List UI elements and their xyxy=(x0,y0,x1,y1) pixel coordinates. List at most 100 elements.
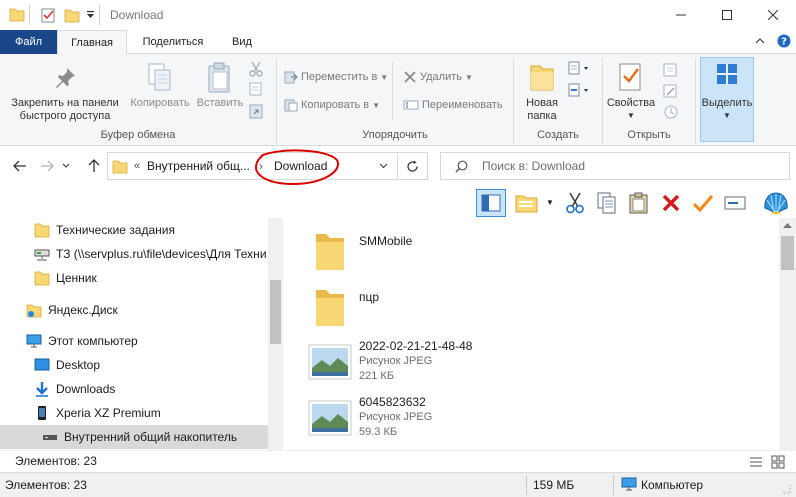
tree-item[interactable]: ТЗ (\\servplus.ru\file\devices\Для Техни xyxy=(34,242,267,266)
pin-quick-access-button[interactable]: Закрепить на панели быстрого доступа xyxy=(4,97,126,123)
view-options-button[interactable] xyxy=(514,190,540,216)
help-icon[interactable]: ? xyxy=(777,34,791,48)
delete-toolbar-button[interactable] xyxy=(658,190,684,216)
resize-grip-icon[interactable] xyxy=(779,482,791,494)
file-name: пцр xyxy=(359,290,380,304)
image-thumbnail-icon xyxy=(308,344,352,380)
list-item[interactable]: пцр xyxy=(308,282,768,332)
create-group-label: Создать xyxy=(537,129,579,141)
address-dropdown-button[interactable] xyxy=(379,163,388,169)
file-name: SMMobile xyxy=(359,234,413,248)
folder-icon xyxy=(112,158,128,174)
rename-icon xyxy=(403,100,419,110)
recent-locations-button[interactable] xyxy=(59,155,73,177)
properties-button[interactable]: Свойства xyxy=(603,97,659,110)
new-item-icon[interactable] xyxy=(568,61,590,75)
nav-scrollbar-thumb[interactable] xyxy=(270,280,281,344)
phone-icon xyxy=(38,406,46,420)
list-item[interactable]: 6045823632 Рисунок JPEG 59.3 КБ xyxy=(308,394,768,444)
folder-icon xyxy=(316,234,344,270)
new-folder-button[interactable]: Новая папка xyxy=(518,97,566,123)
tree-item[interactable]: Desktop xyxy=(34,353,100,377)
maximize-button[interactable] xyxy=(704,0,750,30)
copy-to-button[interactable]: Копировать в ▼ xyxy=(284,98,380,112)
delete-button[interactable]: Удалить ▼ xyxy=(403,70,473,84)
copy-path-icon[interactable] xyxy=(249,82,263,96)
delete-label: Удалить xyxy=(420,71,462,83)
paste-button[interactable]: Вставить xyxy=(194,97,246,110)
new-folder-quick-icon[interactable] xyxy=(64,7,80,23)
chevron-down-icon[interactable]: ▼ xyxy=(546,198,554,207)
tree-item-label: Внутренний общий накопитель xyxy=(64,430,238,444)
storage-icon xyxy=(43,435,57,440)
tree-item[interactable]: Xperia XZ Premium xyxy=(34,401,161,425)
copy-toolbar-button[interactable] xyxy=(594,190,620,216)
list-item[interactable]: 2022-02-21-21-48-48 Рисунок JPEG 221 КБ xyxy=(308,338,768,388)
tree-item[interactable]: Ценник xyxy=(34,266,97,290)
rename-toolbar-button[interactable] xyxy=(722,190,748,216)
up-button[interactable] xyxy=(83,155,105,177)
tree-item-label: Ценник xyxy=(56,271,97,285)
tab-file[interactable]: Файл xyxy=(0,30,57,54)
cut-icon[interactable] xyxy=(249,61,263,77)
breadcrumb-overflow-icon[interactable]: « xyxy=(134,160,140,172)
refresh-button[interactable] xyxy=(398,152,428,180)
location-label: Компьютер xyxy=(641,478,704,492)
tiles-view-icon xyxy=(771,455,785,469)
edit-icon[interactable] xyxy=(663,84,679,98)
large-icons-view-button[interactable] xyxy=(771,455,785,469)
tree-item-label: Технические задания xyxy=(56,223,175,237)
list-item[interactable]: SMMobile xyxy=(308,226,768,276)
refresh-icon xyxy=(407,160,418,172)
file-name: 2022-02-21-21-48-48 xyxy=(359,339,473,353)
tree-item[interactable]: Технические задания xyxy=(34,218,175,242)
tree-item-selected[interactable]: Внутренний общий накопитель xyxy=(0,425,268,449)
easy-access-icon[interactable] xyxy=(568,83,590,97)
properties-quick-icon[interactable] xyxy=(40,7,56,23)
breadcrumb-parent[interactable]: Внутренний общ... xyxy=(147,159,250,173)
chevron-down-icon: ▼ xyxy=(380,72,389,82)
file-size: 59.3 КБ xyxy=(359,426,398,438)
history-icon[interactable] xyxy=(663,105,679,119)
open-icon[interactable] xyxy=(663,63,679,77)
scissors-icon xyxy=(566,192,584,214)
clipboard-icon xyxy=(629,192,648,214)
forward-button[interactable] xyxy=(36,155,58,177)
search-input[interactable]: Поиск в: Download xyxy=(440,152,790,180)
chevron-down-icon: ▼ xyxy=(372,100,381,110)
preview-pane-button[interactable] xyxy=(476,189,506,217)
annotation-circle xyxy=(251,146,341,188)
desktop-icon xyxy=(34,358,50,371)
shell-toolbar-button[interactable] xyxy=(762,189,790,217)
paste-toolbar-button[interactable] xyxy=(626,190,652,216)
item-count: Элементов: 23 xyxy=(5,478,87,492)
select-label: Выделить xyxy=(701,97,753,109)
tree-item[interactable]: Этот компьютер xyxy=(26,329,138,353)
minimize-button[interactable] xyxy=(658,0,704,30)
tree-item[interactable]: Яндекс.Диск xyxy=(26,298,118,322)
paste-shortcut-icon[interactable] xyxy=(249,103,263,119)
tab-share[interactable]: Поделиться xyxy=(132,30,214,54)
properties-toolbar-button[interactable] xyxy=(690,190,716,216)
delete-icon xyxy=(404,71,416,83)
details-view-button[interactable] xyxy=(749,456,763,468)
chevron-down-icon[interactable]: ▼ xyxy=(627,111,635,120)
move-to-button[interactable]: Переместить в ▼ xyxy=(284,70,388,84)
close-button[interactable] xyxy=(750,0,796,30)
back-button[interactable] xyxy=(9,155,31,177)
tab-view[interactable]: Вид xyxy=(218,30,266,54)
tree-item[interactable]: Downloads xyxy=(34,377,115,401)
rename-button[interactable]: Переименовать xyxy=(403,98,503,112)
copy-button[interactable]: Копировать xyxy=(126,97,194,110)
customize-quick-access-icon[interactable] xyxy=(86,10,95,19)
tab-home[interactable]: Главная xyxy=(57,30,127,55)
file-type: Рисунок JPEG xyxy=(359,411,433,423)
collapse-ribbon-icon[interactable] xyxy=(755,36,765,46)
pin-icon xyxy=(53,66,77,90)
cut-toolbar-button[interactable] xyxy=(562,190,588,216)
tree-item-label: Xperia XZ Premium xyxy=(56,406,161,420)
scroll-up-icon[interactable] xyxy=(783,222,792,228)
layout-pane-icon xyxy=(481,194,501,212)
copy-icon xyxy=(597,192,616,214)
content-scrollbar-thumb[interactable] xyxy=(781,236,794,270)
